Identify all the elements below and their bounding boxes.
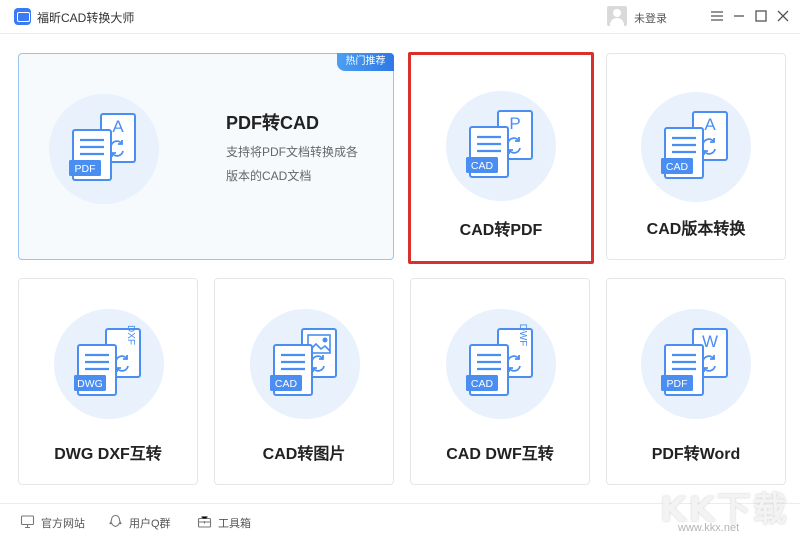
login-status[interactable]: 未登录 [634,10,667,26]
app-logo-icon [14,8,31,25]
pdf-to-cad-icon: A PDF [49,94,159,204]
maximize-icon[interactable] [753,8,769,24]
front-document-tag: PDF [667,378,688,390]
card-cad-dwf-convert[interactable]: DWF CAD CAD DWF互转 [410,278,590,485]
front-document: CAD [270,344,313,396]
front-document-tag: CAD [471,160,494,172]
card-label: CAD转图片 [262,446,346,463]
dwg-dxf-icon: DXF DWG [54,309,164,419]
qq-icon [109,514,122,528]
card-dwg-dxf-convert[interactable]: DXF DWG DWG DXF互转 [18,278,198,485]
back-document-letter: DXF [125,325,136,345]
back-document-letter: A [112,117,124,136]
cad-dwf-icon: DWF CAD [446,309,556,419]
card-cad-to-image[interactable]: CAD CAD转图片 [214,278,394,485]
minimize-icon[interactable] [731,8,747,24]
card-label: CAD DWF互转 [446,446,554,463]
hot-badge: 热门推荐 [337,53,394,71]
back-document-letter: W [702,332,718,351]
cad-version-icon: A CAD [641,92,751,202]
front-document: DWG [74,344,117,396]
card-label: PDF转Word [651,446,741,463]
monitor-icon [20,515,35,529]
front-document-tag: PDF [75,163,96,175]
toolbox-icon [197,515,212,528]
card-description-line: 版本的CAD文档 [226,169,312,183]
toolbox-label: 工具箱 [218,518,251,530]
card-pdf-to-cad[interactable]: 热门推荐 A PDF PDF转CAD 支持将PDF文档转换成各 版本的CAD文档 [18,53,394,260]
card-label: CAD转PDF [459,222,543,239]
back-document-letter: P [509,114,520,133]
card-cad-to-pdf[interactable]: P CAD CAD转PDF [408,52,594,264]
official-website-label: 官方网站 [41,518,85,530]
back-document-letter: A [704,115,716,134]
pdf-to-word-icon: W PDF [641,309,751,419]
official-website-link[interactable]: 官方网站 [20,514,90,530]
card-description: 支持将PDF文档转换成各 版本的CAD文档 [226,140,358,188]
card-label: CAD版本转换 [646,221,746,238]
user-qq-group-link[interactable]: 用户Q群 [108,514,178,530]
front-document-tag: CAD [275,378,298,390]
toolbox-link[interactable]: 工具箱 [197,514,267,530]
back-document-letter: DWF [517,324,528,347]
cad-to-pdf-icon: P CAD [446,91,556,201]
card-pdf-to-word[interactable]: W PDF PDF转Word [606,278,786,485]
front-document-tag: DWG [77,378,103,390]
card-cad-version-convert[interactable]: A CAD CAD版本转换 [606,53,786,260]
watermark: KK下载 www.kkx.net [660,482,792,536]
front-document: CAD [466,344,509,396]
card-label: DWG DXF互转 [54,446,162,463]
front-document: PDF [69,129,112,181]
cad-to-image-icon: CAD [250,309,360,419]
front-document-tag: CAD [666,161,689,173]
watermark-url: www.kkx.net [678,522,740,534]
front-document: PDF [661,344,704,396]
user-qq-group-label: 用户Q群 [129,518,171,530]
close-icon[interactable] [775,8,791,24]
front-document: CAD [661,127,704,179]
front-document: CAD [466,126,509,178]
title-bar: 福昕CAD转换大师 未登录 [0,0,800,34]
menu-icon[interactable] [709,8,725,24]
card-title: PDF转CAD [226,113,319,133]
avatar-icon[interactable] [607,6,627,26]
front-document-tag: CAD [471,378,494,390]
card-description-line: 支持将PDF文档转换成各 [226,145,359,159]
app-title: 福昕CAD转换大师 [37,11,135,25]
